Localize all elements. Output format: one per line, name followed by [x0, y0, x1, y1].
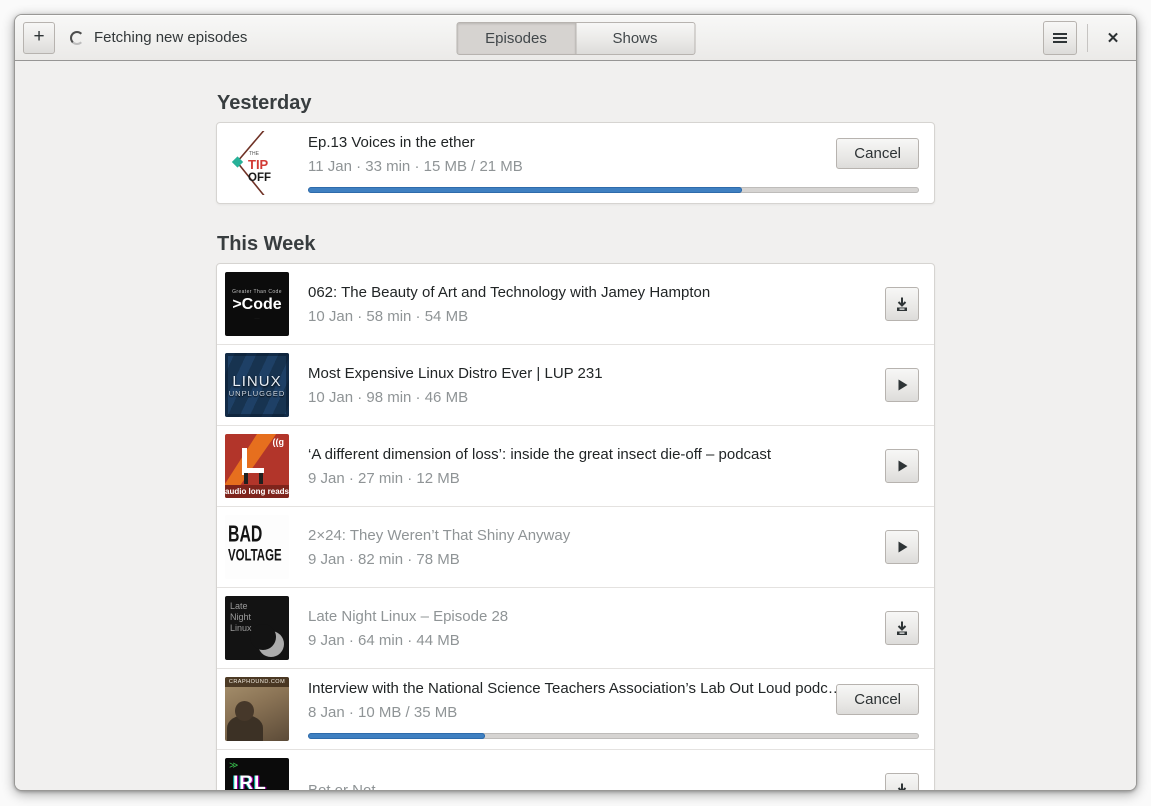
episode-row[interactable]: LINUX UNPLUGGED Most Expensive Linux Dis… — [217, 344, 934, 425]
guardian-roundel: ((g — [272, 437, 285, 447]
episode-row[interactable]: CRAPHOUND.COM Interview with the Nationa… — [217, 668, 934, 749]
episode-row[interactable]: ≫ IRL Bot or Not — [217, 749, 934, 791]
logo-text: IRL — [233, 773, 267, 791]
svg-text:OFF: OFF — [248, 172, 271, 184]
episode-row[interactable]: THE TIP OFF Ep.13 Voices in the ether 11… — [217, 123, 934, 203]
play-button[interactable] — [885, 449, 919, 483]
logo-text: LINUX — [232, 372, 282, 390]
episode-row[interactable]: Greater Than Code >Code ····· 062: The B… — [217, 264, 934, 344]
episode-row[interactable]: Late Night Linux Late Night Linux – Epis… — [217, 587, 934, 668]
header-bar: + Fetching new episodes Episodes Shows ✕ — [15, 15, 1136, 61]
episode-meta: 10 Jan · 98 min · 46 MB — [308, 388, 469, 406]
play-button[interactable] — [885, 530, 919, 564]
download-icon — [897, 297, 907, 311]
play-button[interactable] — [885, 368, 919, 402]
section-title-yesterday: Yesterday — [217, 92, 312, 114]
cover-late-night-linux: Late Night Linux — [225, 596, 289, 660]
section-title-this-week: This Week — [217, 233, 316, 255]
silhouette-head — [235, 701, 254, 721]
episode-title: Interview with the National Science Teac… — [308, 680, 837, 697]
play-icon — [898, 541, 908, 553]
plus-icon: + — [33, 26, 45, 47]
cancel-button[interactable]: Cancel — [836, 137, 919, 169]
download-progress-fill — [308, 187, 742, 193]
logo-text: Greater Than Code — [232, 288, 282, 295]
tab-episodes[interactable]: Episodes — [456, 22, 576, 55]
play-icon — [898, 379, 908, 391]
cover-linux-unplugged: LINUX UNPLUGGED — [225, 353, 289, 417]
episode-meta: 8 Jan · 10 MB / 35 MB — [308, 704, 458, 721]
cover-the-tip-off: THE TIP OFF — [225, 131, 289, 195]
download-button[interactable] — [885, 773, 919, 790]
cover-craphound: CRAPHOUND.COM — [225, 677, 289, 741]
episode-title: Most Expensive Linux Distro Ever | LUP 2… — [308, 364, 603, 382]
episode-title: 2×24: They Weren’t That Shiny Anyway — [308, 526, 571, 544]
episode-meta: 9 Jan · 27 min · 12 MB — [308, 469, 460, 487]
cover-irl: ≫ IRL — [225, 758, 289, 791]
cover-audio-long-reads: ((g audio long reads — [225, 434, 289, 498]
download-button[interactable] — [885, 287, 919, 321]
tab-shows[interactable]: Shows — [575, 22, 695, 55]
spinner-icon — [70, 30, 84, 45]
logo-text: CRAPHOUND.COM — [225, 677, 289, 687]
this-week-card: Greater Than Code >Code ····· 062: The B… — [216, 263, 935, 791]
episode-meta: 9 Jan · 82 min · 78 MB — [308, 550, 460, 568]
scroll-undershoot-indicator — [15, 790, 1136, 791]
add-podcast-button[interactable]: + — [23, 21, 55, 54]
download-icon — [897, 621, 907, 635]
logo-text: UNPLUGGED — [228, 388, 286, 398]
episodes-scroll-area[interactable]: Yesterday THE TIP OFF Ep.13 Voices in th… — [15, 61, 1136, 791]
view-switcher: Episodes Shows — [456, 22, 695, 55]
header-divider — [1087, 23, 1088, 52]
tip-off-logo: THE TIP OFF — [225, 131, 289, 195]
logo-text: VOLTAGE — [228, 544, 282, 565]
menu-button[interactable] — [1043, 20, 1077, 55]
download-progressbar — [308, 187, 919, 193]
logo-text: ≫ — [229, 760, 239, 770]
header-right: ✕ — [1043, 20, 1128, 55]
status-text: Fetching new episodes — [94, 29, 248, 46]
cover-bad-voltage: BAD VOLTAGE — [225, 515, 289, 579]
logo-text: audio long reads — [225, 485, 289, 498]
logo-text: BAD — [228, 520, 263, 547]
episode-title: 062: The Beauty of Art and Technology wi… — [308, 283, 711, 301]
episode-meta: 11 Jan · 33 min · 15 MB / 21 MB — [308, 158, 523, 175]
yesterday-card: THE TIP OFF Ep.13 Voices in the ether 11… — [216, 122, 935, 204]
download-progressbar — [308, 733, 919, 739]
svg-text:TIP: TIP — [248, 157, 269, 172]
episode-title: Ep.13 Voices in the ether — [308, 134, 475, 151]
app-window: + Fetching new episodes Episodes Shows ✕… — [14, 14, 1137, 791]
hamburger-icon — [1053, 32, 1067, 43]
episode-title: Late Night Linux – Episode 28 — [308, 607, 509, 625]
episode-row[interactable]: ((g audio long reads ‘A different dimens… — [217, 425, 934, 506]
logo-text: >Code — [232, 295, 282, 313]
cancel-button[interactable]: Cancel — [836, 683, 919, 715]
close-button[interactable]: ✕ — [1098, 23, 1128, 53]
episode-meta: 10 Jan · 58 min · 54 MB — [308, 307, 469, 325]
episode-meta: 9 Jan · 64 min · 44 MB — [308, 631, 460, 649]
crescent-moon-glyph — [250, 624, 284, 657]
logo-text: Night — [230, 612, 252, 622]
cover-greater-than-code: Greater Than Code >Code ····· — [225, 272, 289, 336]
play-icon — [898, 460, 908, 472]
episode-row[interactable]: BAD VOLTAGE 2×24: They Weren’t That Shin… — [217, 506, 934, 587]
episode-title: ‘A different dimension of loss’: inside … — [308, 445, 772, 463]
logo-text: Late — [230, 601, 248, 611]
download-progress-fill — [308, 733, 486, 739]
fetch-status: Fetching new episodes — [70, 29, 247, 46]
download-button[interactable] — [885, 611, 919, 645]
